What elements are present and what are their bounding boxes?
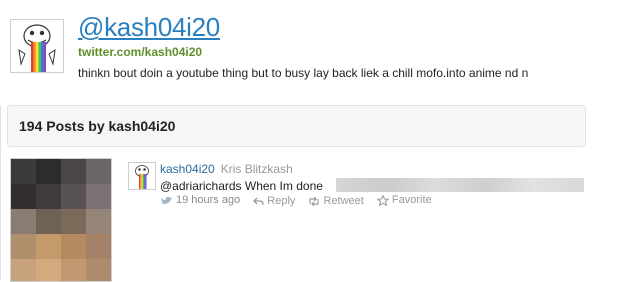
tweet-avatar[interactable] <box>128 162 156 190</box>
posts-header-bar: 194 Posts by kash04i20 <box>7 105 586 147</box>
bird-icon <box>161 196 172 204</box>
rainbow-puke-avatar-icon <box>129 163 155 189</box>
reply-button[interactable]: Reply <box>253 195 295 207</box>
tweet-text: @adriarichards When Im done <box>160 179 323 193</box>
profile-handle-link[interactable]: @kash04i20 <box>78 12 220 43</box>
avatar[interactable] <box>10 19 64 73</box>
tweet-author: kash04i20 Kris Blitzkash <box>160 162 293 176</box>
favorite-button[interactable]: Favorite <box>376 194 432 206</box>
profile-header: @kash04i20 twitter.com/kash04i20 thinkn … <box>0 0 625 100</box>
pixelated-photo[interactable] <box>10 158 112 282</box>
reply-label: Reply <box>267 195 296 207</box>
retweet-button[interactable]: Retweet <box>308 195 364 207</box>
left-border <box>0 105 1 280</box>
rainbow-puke-avatar-icon <box>11 20 63 72</box>
timestamp-link[interactable]: 19 hours ago <box>160 194 240 206</box>
star-icon <box>376 194 389 206</box>
reply-icon <box>253 197 264 205</box>
profile-url[interactable]: twitter.com/kash04i20 <box>78 45 202 59</box>
tweet-actions: 19 hours ago Reply Retweet Favorite <box>160 194 442 209</box>
tweet-display-name: Kris Blitzkash <box>220 162 293 176</box>
redaction-bar <box>336 178 584 192</box>
posts-count-title: 194 Posts by kash04i20 <box>19 118 176 134</box>
retweet-icon <box>309 196 320 206</box>
timestamp-label: 19 hours ago <box>176 194 241 206</box>
profile-bio: thinkn bout doin a youtube thing but to … <box>78 66 529 80</box>
tweet-handle-link[interactable]: kash04i20 <box>160 162 215 176</box>
pixelated-photo-grid <box>11 159 111 281</box>
retweet-label: Retweet <box>323 195 364 207</box>
favorite-label: Favorite <box>391 194 432 206</box>
